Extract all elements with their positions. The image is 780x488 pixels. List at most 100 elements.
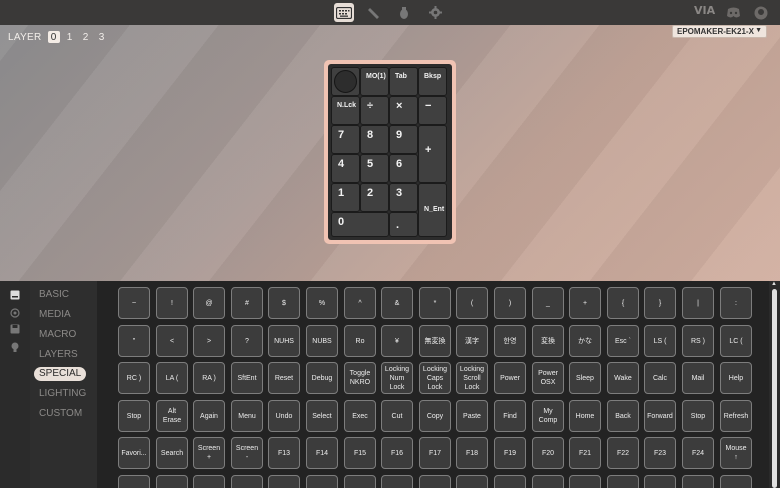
key-minus[interactable]: −: [418, 96, 447, 125]
settings-gear-icon[interactable]: [425, 3, 445, 22]
keycode-button[interactable]: F13: [268, 437, 300, 469]
keycode-button[interactable]: Esc `: [607, 325, 639, 357]
keycode-button[interactable]: }: [644, 287, 676, 319]
keycode-button[interactable]: Stop: [118, 400, 150, 432]
key-3[interactable]: 3: [389, 183, 418, 212]
keycode-button[interactable]: 한영: [494, 325, 526, 357]
keycode-button[interactable]: Back: [607, 400, 639, 432]
key-8[interactable]: 8: [360, 125, 389, 154]
keycode-button[interactable]: F14: [306, 437, 338, 469]
keycode-button[interactable]: Debug: [306, 362, 338, 394]
layer-button-3[interactable]: 3: [96, 31, 108, 43]
keycode-button[interactable]: ~: [118, 287, 150, 319]
keycode-button[interactable]: Mouse: [231, 475, 263, 488]
keycode-button[interactable]: F19: [494, 437, 526, 469]
key-plus[interactable]: +: [418, 125, 447, 183]
scrollbar-thumb[interactable]: [772, 289, 777, 488]
keycode-button[interactable]: SftEnt: [231, 362, 263, 394]
keycode-button[interactable]: _: [532, 287, 564, 319]
keycode-button[interactable]: Locking Num Lock: [381, 362, 413, 394]
gamepad-icon[interactable]: [364, 3, 384, 22]
keycode-button[interactable]: Mail: [682, 362, 714, 394]
key-divide[interactable]: ÷: [360, 96, 389, 125]
category-layers[interactable]: LAYERS: [34, 348, 86, 362]
key-backspace[interactable]: Bksp: [418, 67, 447, 96]
keycode-button[interactable]: >: [193, 325, 225, 357]
keycode-button[interactable]: +: [569, 287, 601, 319]
keycode-button[interactable]: Reset: [268, 362, 300, 394]
keyboard-icon[interactable]: [9, 289, 21, 301]
keycode-button[interactable]: *: [419, 287, 451, 319]
keycode-button[interactable]: Forward: [644, 400, 676, 432]
keycode-button[interactable]: LA (: [156, 362, 188, 394]
keycode-button[interactable]: Power OSX: [532, 362, 564, 394]
keyboard-icon[interactable]: [334, 3, 354, 22]
keycode-button[interactable]: Calc: [644, 362, 676, 394]
keycode-button[interactable]: Power: [494, 362, 526, 394]
keycode-button[interactable]: Undo: [268, 400, 300, 432]
keycode-button[interactable]: @: [193, 287, 225, 319]
keycode-button[interactable]: |: [682, 287, 714, 319]
key-4[interactable]: 4: [331, 154, 360, 183]
keycode-button[interactable]: NUBS: [306, 325, 338, 357]
keycode-button[interactable]: Mouse: [682, 475, 714, 488]
keycode-button[interactable]: Select: [306, 400, 338, 432]
keycode-button[interactable]: Sleep: [569, 362, 601, 394]
keycode-button[interactable]: Mouse: [306, 475, 338, 488]
keycode-button[interactable]: Refresh: [720, 400, 752, 432]
keycode-button[interactable]: Stop: [682, 400, 714, 432]
keycode-button[interactable]: Mouse: [118, 475, 150, 488]
keycode-button[interactable]: !: [156, 287, 188, 319]
keycode-button[interactable]: :: [720, 287, 752, 319]
key-mo1[interactable]: MO(1): [360, 67, 389, 96]
category-special[interactable]: SPECIAL: [34, 367, 86, 381]
keycode-button[interactable]: Paste: [456, 400, 488, 432]
record-icon[interactable]: [9, 307, 21, 319]
keycode-button[interactable]: ): [494, 287, 526, 319]
category-media[interactable]: MEDIA: [34, 308, 86, 322]
device-selector[interactable]: EPOMAKER-EK21-X ▼: [672, 25, 767, 38]
keycode-button[interactable]: {: [607, 287, 639, 319]
key-2[interactable]: 2: [360, 183, 389, 212]
keycode-button[interactable]: My Comp: [532, 400, 564, 432]
keycode-button[interactable]: Mouse: [607, 475, 639, 488]
key-5[interactable]: 5: [360, 154, 389, 183]
keycode-button[interactable]: 無変換: [419, 325, 451, 357]
keycode-button[interactable]: Cut: [381, 400, 413, 432]
key-multiply[interactable]: ×: [389, 96, 418, 125]
keycode-button[interactable]: Search: [156, 437, 188, 469]
keycode-button[interactable]: Mouse: [532, 475, 564, 488]
key-encoder-knob[interactable]: [331, 67, 360, 96]
layer-button-2[interactable]: 2: [80, 31, 92, 43]
keycode-button[interactable]: Screen -: [231, 437, 263, 469]
keycode-button[interactable]: Wake: [607, 362, 639, 394]
keycode-button[interactable]: Mouse: [494, 475, 526, 488]
keycode-button[interactable]: Help: [720, 362, 752, 394]
keycode-button[interactable]: ¥: [381, 325, 413, 357]
keycode-button[interactable]: LC (: [720, 325, 752, 357]
keycode-button[interactable]: Ro: [344, 325, 376, 357]
keycode-button[interactable]: Favori...: [118, 437, 150, 469]
key-0[interactable]: 0: [331, 212, 389, 237]
keycode-button[interactable]: かな: [569, 325, 601, 357]
keycode-button[interactable]: Mouse: [644, 475, 676, 488]
key-9[interactable]: 9: [389, 125, 418, 154]
keycode-button[interactable]: RA ): [193, 362, 225, 394]
keycode-button[interactable]: Mouse: [720, 475, 752, 488]
keycode-button[interactable]: Copy: [419, 400, 451, 432]
key-6[interactable]: 6: [389, 154, 418, 183]
category-lighting[interactable]: LIGHTING: [34, 387, 86, 401]
keycode-button[interactable]: Exec: [344, 400, 376, 432]
keycode-button[interactable]: Mouse: [569, 475, 601, 488]
scroll-up-arrow-icon[interactable]: ▲: [771, 281, 777, 287]
key-tab[interactable]: Tab: [389, 67, 418, 96]
bug-icon[interactable]: [394, 3, 414, 22]
keycode-button[interactable]: F22: [607, 437, 639, 469]
keycode-button[interactable]: Mouse: [193, 475, 225, 488]
key-7[interactable]: 7: [331, 125, 360, 154]
keycode-button[interactable]: &: [381, 287, 413, 319]
keycode-button[interactable]: Alt Erase: [156, 400, 188, 432]
keycode-button[interactable]: Mouse: [381, 475, 413, 488]
key-1[interactable]: 1: [331, 183, 360, 212]
github-icon[interactable]: [751, 3, 771, 22]
